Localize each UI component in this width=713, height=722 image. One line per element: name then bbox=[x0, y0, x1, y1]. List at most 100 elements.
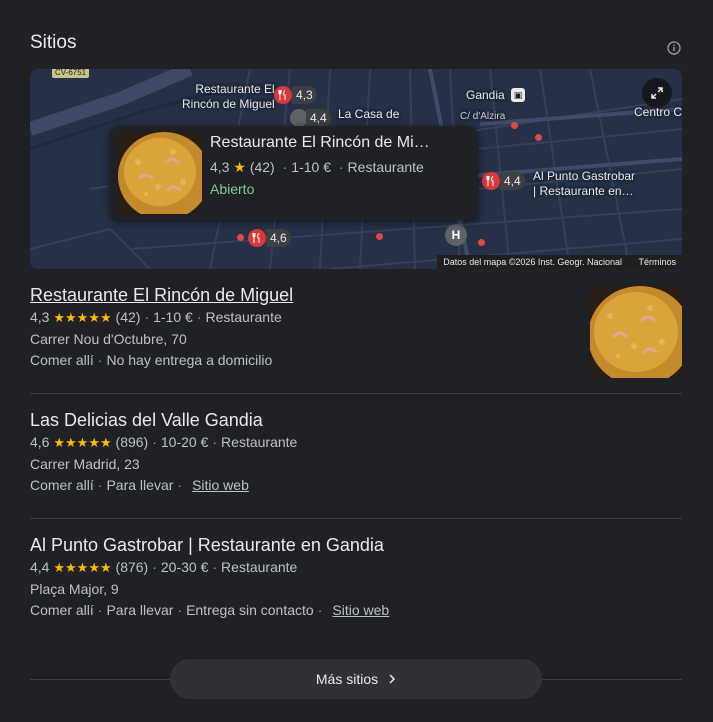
place-category: Restaurante bbox=[221, 434, 298, 450]
popup-thumbnail bbox=[118, 132, 202, 214]
expand-map-button[interactable] bbox=[642, 78, 672, 108]
map-dot[interactable] bbox=[511, 122, 518, 129]
map-dot[interactable] bbox=[478, 239, 485, 246]
place-name[interactable]: Las Delicias del Valle Gandia bbox=[30, 409, 682, 431]
place-rating: 4,6 bbox=[30, 434, 50, 450]
map-label-street: C/ d'Alzira bbox=[460, 111, 506, 122]
map-pin[interactable] bbox=[248, 229, 266, 247]
place-name[interactable]: Restaurante El Rincón de Miguel bbox=[30, 284, 682, 306]
map-label-line: Rincón de Miguel bbox=[182, 97, 275, 111]
place-rating-line: 4,6 ★★★★★ (896) · 10-20 € · Restaurante bbox=[30, 432, 682, 453]
separator: · bbox=[152, 559, 157, 575]
place-item[interactable]: Al Punto Gastrobar | Restaurante en Gand… bbox=[30, 534, 682, 620]
map-pin-rating: 4,4 bbox=[500, 172, 525, 190]
place-name[interactable]: Al Punto Gastrobar | Restaurante en Gand… bbox=[30, 534, 682, 556]
place-price: 10-20 € bbox=[160, 434, 209, 450]
map-dot[interactable] bbox=[376, 233, 383, 240]
map-label-gandia: Gandia bbox=[466, 88, 505, 102]
separator: · bbox=[317, 602, 323, 618]
place-address: Carrer Nou d'Octubre, 70 bbox=[30, 331, 187, 347]
map-dot[interactable] bbox=[535, 134, 542, 141]
separator: · bbox=[212, 559, 218, 575]
place-reviews: (876) bbox=[115, 559, 149, 575]
service-label: Comer allí bbox=[30, 477, 94, 493]
place-thumbnail[interactable] bbox=[590, 286, 682, 378]
map[interactable]: CV-6751 Restaurante El Rincón de Miguel … bbox=[30, 69, 682, 269]
separator: · bbox=[282, 159, 288, 175]
map-label-casa: La Casa de bbox=[338, 107, 400, 121]
place-address: Plaça Major, 9 bbox=[30, 581, 119, 597]
divider bbox=[30, 393, 682, 394]
popup-reviews: (42) bbox=[249, 159, 275, 175]
map-popup-card[interactable]: Restaurante El Rincón de Mi… 4,3 ★ (42) … bbox=[110, 126, 478, 220]
popup-meta: 4,3 ★ (42) · 1-10 € · Restaurante bbox=[210, 159, 424, 176]
service-label: No hay entrega a domicilio bbox=[106, 352, 273, 368]
utensils-icon bbox=[252, 233, 260, 243]
place-services: Comer allí · Para llevar · Sitio web bbox=[30, 475, 682, 495]
utensils-icon bbox=[486, 176, 494, 186]
website-link[interactable]: Sitio web bbox=[332, 602, 389, 618]
separator: · bbox=[97, 602, 103, 618]
separator: · bbox=[144, 309, 150, 325]
place-services: Comer allí · Para llevar · Entrega sin conta… bbox=[30, 600, 682, 620]
website-link[interactable]: Sitio web bbox=[192, 477, 249, 493]
star-icon: ★ bbox=[233, 159, 246, 175]
map-dot[interactable] bbox=[237, 234, 244, 241]
more-places-label: Más sitios bbox=[315, 671, 379, 687]
map-label-line: Al Punto Gastrobar bbox=[533, 169, 636, 183]
map-pin-rating: 4,4 bbox=[306, 109, 331, 127]
place-services: Comer allí · No hay entrega a domicilio bbox=[30, 350, 682, 370]
map-pin-rating: 4,3 bbox=[292, 86, 317, 104]
map-label-line: Restaurante El bbox=[195, 82, 275, 96]
star-rating-icon: ★★★★★ bbox=[53, 435, 112, 450]
map-attribution: Datos del mapa ©2026 Inst. Geogr. Nacion… bbox=[437, 255, 682, 269]
hospital-icon: H bbox=[445, 224, 467, 246]
map-pin[interactable] bbox=[274, 86, 292, 104]
utensils-icon bbox=[278, 90, 286, 100]
place-rating-line: 4,3 ★★★★★ (42) · 1-10 € · Restaurante bbox=[30, 307, 682, 328]
divider bbox=[30, 518, 682, 519]
separator: · bbox=[97, 352, 103, 368]
place-item[interactable]: Las Delicias del Valle Gandia 4,6 ★★★★★ … bbox=[30, 409, 682, 495]
place-price: 1-10 € bbox=[153, 309, 193, 325]
chevron-right-icon bbox=[389, 674, 396, 684]
separator: · bbox=[196, 309, 202, 325]
service-label: Comer allí bbox=[30, 602, 94, 618]
place-rating-line: 4,4 ★★★★★ (876) · 20-30 € · Restaurante bbox=[30, 557, 682, 578]
info-icon[interactable] bbox=[667, 41, 681, 55]
separator: · bbox=[338, 159, 344, 175]
place-category: Restaurante bbox=[205, 309, 282, 325]
place-address: Carrer Madrid, 23 bbox=[30, 456, 140, 472]
star-rating-icon: ★★★★★ bbox=[53, 560, 112, 575]
expand-icon bbox=[651, 87, 663, 99]
place-reviews: (896) bbox=[115, 434, 149, 450]
road-badge: CV-6751 bbox=[52, 69, 90, 78]
map-label-line: | Restaurante en… bbox=[533, 184, 634, 198]
popup-price: 1-10 € bbox=[291, 159, 331, 175]
place-price: 20-30 € bbox=[160, 559, 209, 575]
map-terms-link[interactable]: Términos bbox=[638, 257, 676, 267]
map-label-restaurant1: Restaurante El Rincón de Miguel bbox=[182, 82, 275, 112]
service-label: Entrega sin contacto bbox=[186, 602, 314, 618]
star-rating-icon: ★★★★★ bbox=[53, 310, 112, 325]
service-label: Comer allí bbox=[30, 352, 94, 368]
service-label: Para llevar bbox=[106, 477, 174, 493]
map-pin-rating: 4,6 bbox=[266, 229, 291, 247]
more-places-button[interactable]: Más sitios bbox=[170, 659, 542, 699]
popup-rating: 4,3 bbox=[210, 159, 230, 175]
separator: · bbox=[97, 477, 103, 493]
place-reviews: (42) bbox=[115, 309, 141, 325]
map-pin[interactable] bbox=[482, 172, 500, 190]
place-item[interactable]: Restaurante El Rincón de Miguel 4,3 ★★★★… bbox=[30, 284, 682, 378]
popup-title[interactable]: Restaurante El Rincón de Mi… bbox=[210, 134, 430, 152]
place-rating: 4,4 bbox=[30, 559, 50, 575]
section-title: Sitios bbox=[30, 32, 77, 53]
separator: · bbox=[212, 434, 218, 450]
popup-category: Restaurante bbox=[347, 159, 424, 175]
place-category: Restaurante bbox=[221, 559, 298, 575]
service-label: Para llevar bbox=[106, 602, 174, 618]
place-rating: 4,3 bbox=[30, 309, 50, 325]
map-label-alpunto: Al Punto Gastrobar | Restaurante en… bbox=[533, 169, 635, 199]
train-station-icon: ▣ bbox=[511, 88, 525, 102]
separator: · bbox=[177, 602, 183, 618]
